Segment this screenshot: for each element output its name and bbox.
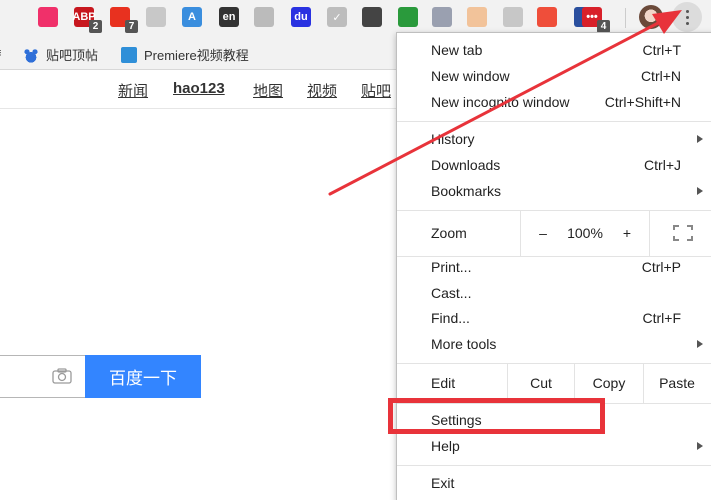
edit-row: Edit Cut Copy Paste xyxy=(397,363,711,403)
menu-item-new-incognito[interactable]: New incognito window Ctrl+Shift+N xyxy=(397,89,711,115)
check-icon[interactable]: ✓ xyxy=(327,7,347,27)
map-pin-icon[interactable] xyxy=(537,7,557,27)
chrome-menu-button[interactable] xyxy=(672,2,702,32)
edit-label: Edit xyxy=(431,375,456,391)
menu-label: New tab xyxy=(431,42,483,58)
zoom-level: 100% xyxy=(567,225,603,241)
submenu-arrow-icon xyxy=(697,187,703,195)
menu-shortcut: Ctrl+N xyxy=(640,68,681,84)
menu-item-new-tab[interactable]: New tab Ctrl+T xyxy=(397,37,711,63)
zoom-label: Zoom xyxy=(431,225,467,241)
menu-item-cast[interactable]: Cast... xyxy=(397,280,711,306)
menu-dot xyxy=(685,9,689,13)
bookmark-partial[interactable]: ≡ xyxy=(0,45,2,60)
menu-item-exit[interactable]: Exit xyxy=(397,470,711,496)
bookmark-premiere[interactable]: Premiere视频教程 xyxy=(121,45,249,64)
menu-label: History xyxy=(431,131,475,147)
music-icon[interactable] xyxy=(503,7,523,27)
menu-item-bookmarks[interactable]: Bookmarks xyxy=(397,178,711,204)
menu-separator xyxy=(397,465,711,466)
camera-icon[interactable] xyxy=(52,368,72,384)
bookmark-label: 贴吧顶帖 xyxy=(46,48,99,63)
menu-label: New window xyxy=(431,68,510,84)
zoom-in-button[interactable]: + xyxy=(615,210,639,256)
extension-glyph: en xyxy=(222,11,236,23)
adblock-icon[interactable]: ABP 2 xyxy=(72,7,102,33)
cell-divider xyxy=(520,210,521,256)
menu-item-new-window[interactable]: New window Ctrl+N xyxy=(397,63,711,89)
menu-item-help[interactable]: Help xyxy=(397,433,711,459)
fullscreen-icon xyxy=(673,225,693,241)
nav-map[interactable]: 地图 xyxy=(253,80,283,101)
menu-label: New incognito window xyxy=(431,94,570,110)
submenu-arrow-icon xyxy=(697,340,703,348)
extension-glyph: A xyxy=(188,11,196,23)
en-dictionary-icon[interactable]: en xyxy=(219,7,239,27)
baidu-paw-icon xyxy=(23,46,39,63)
menu-item-print[interactable]: Print... Ctrl+P xyxy=(397,254,711,280)
menu-item-find[interactable]: Find... Ctrl+F xyxy=(397,305,711,331)
menu-item-more-tools[interactable]: More tools xyxy=(397,331,711,357)
menu-item-history[interactable]: History xyxy=(397,126,711,152)
menu-label: Help xyxy=(431,438,460,454)
menu-label: Bookmarks xyxy=(431,183,502,199)
nav-news[interactable]: 新闻 xyxy=(118,80,148,101)
red-extension-icon[interactable]: 7 xyxy=(110,7,138,33)
menu-item-downloads[interactable]: Downloads Ctrl+J xyxy=(397,152,711,178)
zoom-row: Zoom – 100% + xyxy=(397,210,711,256)
paste-button[interactable]: Paste xyxy=(644,363,710,403)
menu-separator xyxy=(397,121,711,122)
menu-dot xyxy=(685,15,689,19)
download-icon[interactable] xyxy=(398,7,418,27)
baidu-paw-icon[interactable]: du xyxy=(291,7,311,27)
extension-badge: 2 xyxy=(89,20,102,33)
extension-badge: 7 xyxy=(125,20,138,33)
menu-shortcut: Ctrl+Shift+N xyxy=(604,94,681,110)
menu-label: Print... xyxy=(431,259,472,275)
page-divider xyxy=(0,108,400,109)
menu-label: Downloads xyxy=(431,157,501,173)
copy-button[interactable]: Copy xyxy=(575,363,643,403)
nav-hao123[interactable]: hao123 xyxy=(173,80,225,97)
menu-label: More tools xyxy=(431,336,497,352)
nav-tieba[interactable]: 贴吧 xyxy=(361,80,391,101)
menu-shortcut: Ctrl+F xyxy=(642,310,682,326)
menu-shortcut: Ctrl+P xyxy=(641,259,681,275)
chat-icon[interactable]: ••• 4 xyxy=(582,7,610,33)
zoom-out-button[interactable]: – xyxy=(531,210,555,256)
search-input[interactable] xyxy=(0,355,86,398)
settings-highlight-box xyxy=(388,398,605,434)
cut-button[interactable]: Cut xyxy=(508,363,574,403)
search-button[interactable]: 百度一下 xyxy=(85,355,201,398)
toolbar-divider xyxy=(625,8,626,28)
submenu-arrow-icon xyxy=(697,135,703,143)
menu-shortcut: Ctrl+T xyxy=(642,42,682,58)
browser-toolbar: ABP 2 7 Aen du ✓ ••• 4 xyxy=(0,0,711,36)
extension-glyph: du xyxy=(294,11,308,23)
bookmark-tieba[interactable]: 贴吧顶帖 xyxy=(23,45,98,64)
nav-video[interactable]: 视频 xyxy=(307,80,337,101)
premiere-icon xyxy=(121,46,137,63)
extension-glyph: ✓ xyxy=(332,11,342,24)
menu-label: Cast... xyxy=(431,285,472,301)
pocket-icon[interactable] xyxy=(38,7,58,27)
figure-icon[interactable] xyxy=(254,7,274,27)
face-icon[interactable] xyxy=(467,7,487,27)
gray-dot-icon[interactable] xyxy=(146,7,166,27)
menu-label: Find... xyxy=(431,310,470,326)
menu-dot xyxy=(685,21,689,25)
bookmark-label: Premiere视频教程 xyxy=(144,48,249,63)
clock-icon[interactable] xyxy=(362,7,382,27)
calligraphy-icon[interactable] xyxy=(432,7,452,27)
menu-shortcut: Ctrl+J xyxy=(644,157,681,173)
profile-avatar[interactable] xyxy=(639,5,663,29)
menu-label: Exit xyxy=(431,475,455,491)
submenu-arrow-icon xyxy=(697,442,703,450)
fullscreen-button[interactable] xyxy=(650,210,711,256)
translate-icon[interactable]: A xyxy=(182,7,202,27)
